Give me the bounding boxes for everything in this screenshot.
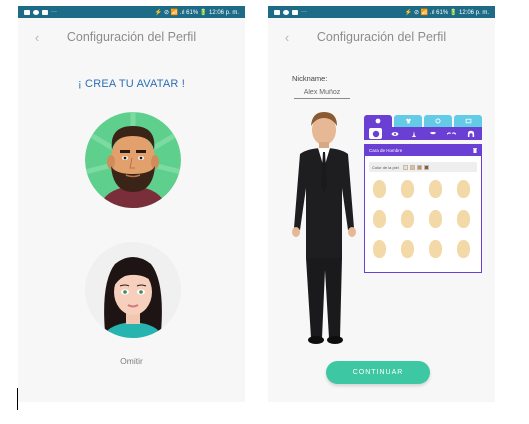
- background-icon: [465, 118, 471, 124]
- avatar-editor: Cara de Hombre Color de la piel: [364, 115, 482, 273]
- skin-swatch-1[interactable]: [402, 164, 408, 170]
- head-shape-grid: [373, 180, 481, 258]
- head-shape-option[interactable]: [429, 180, 442, 198]
- chevron-left-icon: ‹: [284, 29, 290, 45]
- tab-accessories[interactable]: [424, 115, 452, 127]
- image-icon: [274, 9, 280, 15]
- head-shape-option[interactable]: [429, 240, 442, 258]
- status-notifications: ···: [24, 9, 57, 15]
- accessory-icon: [435, 118, 441, 124]
- face-options-panel: Cara de Hombre Color de la piel: [364, 144, 482, 273]
- mouth-icon: [429, 131, 436, 135]
- skin-color-row: Color de la piel: [369, 162, 477, 172]
- head-shape-option[interactable]: [457, 180, 470, 198]
- female-avatar-option[interactable]: [85, 242, 181, 338]
- phone-screen-create-avatar: ··· ⚡ ⊘ 📶 .ıl 61% 🔋 12:06 p. m. ‹ Config…: [18, 6, 245, 402]
- male-avatar-option[interactable]: [85, 112, 181, 208]
- head-shape-option[interactable]: [373, 180, 386, 198]
- back-button[interactable]: ‹: [278, 27, 296, 47]
- folder-icon: [42, 9, 48, 15]
- head-shape-option[interactable]: [401, 180, 414, 198]
- head-shape-option[interactable]: [401, 210, 414, 228]
- app-bar: ‹ Configuración del Perfil: [18, 18, 245, 56]
- skin-swatch-3[interactable]: [416, 164, 422, 170]
- app-bar: ‹ Configuración del Perfil: [268, 18, 495, 56]
- page-title: Configuración del Perfil: [66, 30, 197, 44]
- status-notifications: ···: [274, 9, 307, 15]
- tab-clothes[interactable]: [394, 115, 422, 127]
- head-shape-option[interactable]: [457, 210, 470, 228]
- tab-nose[interactable]: [407, 128, 420, 139]
- tab-head[interactable]: [364, 115, 392, 127]
- panel-title: Cara de Hombre: [369, 148, 403, 153]
- head-shape-option[interactable]: [373, 210, 386, 228]
- tab-face[interactable]: [369, 128, 382, 139]
- hair-icon: [467, 130, 474, 137]
- tab-background[interactable]: [454, 115, 482, 127]
- eyebrows-icon: [447, 132, 456, 135]
- status-overflow: ···: [301, 9, 307, 15]
- chevron-left-icon: ‹: [34, 29, 40, 45]
- continue-button[interactable]: CONTINUAR: [326, 361, 430, 384]
- folder-icon: [292, 9, 298, 15]
- panel-header: Cara de Hombre: [365, 145, 481, 156]
- status-overflow: ···: [51, 9, 57, 15]
- bearded-man-avatar-icon: [85, 112, 181, 208]
- nickname-label: Nickname:: [292, 74, 328, 83]
- camera-icon: [283, 9, 289, 15]
- page-title: Configuración del Perfil: [316, 30, 447, 44]
- feature-tabs: [364, 127, 482, 140]
- head-shape-option[interactable]: [457, 240, 470, 258]
- skin-swatch-4[interactable]: [423, 164, 429, 170]
- shirt-icon: [405, 118, 411, 124]
- dark-hair-woman-avatar-icon: [85, 242, 181, 338]
- skin-swatch-2[interactable]: [409, 164, 415, 170]
- nickname-input[interactable]: [294, 87, 350, 99]
- head-shape-option[interactable]: [373, 240, 386, 258]
- create-avatar-heading: ¡ CREA TU AVATAR !: [77, 78, 186, 90]
- status-right-text: ⚡ ⊘ 📶 .ıl 61% 🔋 12:06 p. m.: [404, 9, 489, 16]
- camera-icon: [33, 9, 39, 15]
- head-icon: [375, 118, 381, 124]
- skip-link[interactable]: Omitir: [18, 356, 245, 366]
- tab-eyes[interactable]: [388, 128, 401, 139]
- back-button[interactable]: ‹: [28, 27, 46, 47]
- text-cursor: [17, 388, 18, 410]
- trash-icon[interactable]: [473, 148, 477, 153]
- status-bar: ··· ⚡ ⊘ 📶 .ıl 61% 🔋 12:06 p. m.: [268, 6, 495, 18]
- status-right-text: ⚡ ⊘ 📶 .ıl 61% 🔋 12:06 p. m.: [154, 9, 239, 16]
- avatar-preview-figure: [292, 112, 356, 344]
- tab-mouth[interactable]: [426, 128, 439, 139]
- skin-color-label: Color de la piel: [372, 164, 399, 170]
- tab-eyebrows[interactable]: [445, 128, 458, 139]
- face-icon: [372, 130, 379, 137]
- image-icon: [24, 9, 30, 15]
- status-bar: ··· ⚡ ⊘ 📶 .ıl 61% 🔋 12:06 p. m.: [18, 6, 245, 18]
- tab-hair[interactable]: [464, 128, 477, 139]
- head-shape-option[interactable]: [429, 210, 442, 228]
- eye-icon: [391, 131, 398, 136]
- head-shape-option[interactable]: [401, 240, 414, 258]
- nose-icon: [411, 130, 416, 137]
- phone-screen-avatar-editor: ··· ⚡ ⊘ 📶 .ıl 61% 🔋 12:06 p. m. ‹ Config…: [268, 6, 495, 402]
- category-tabs: [364, 115, 482, 127]
